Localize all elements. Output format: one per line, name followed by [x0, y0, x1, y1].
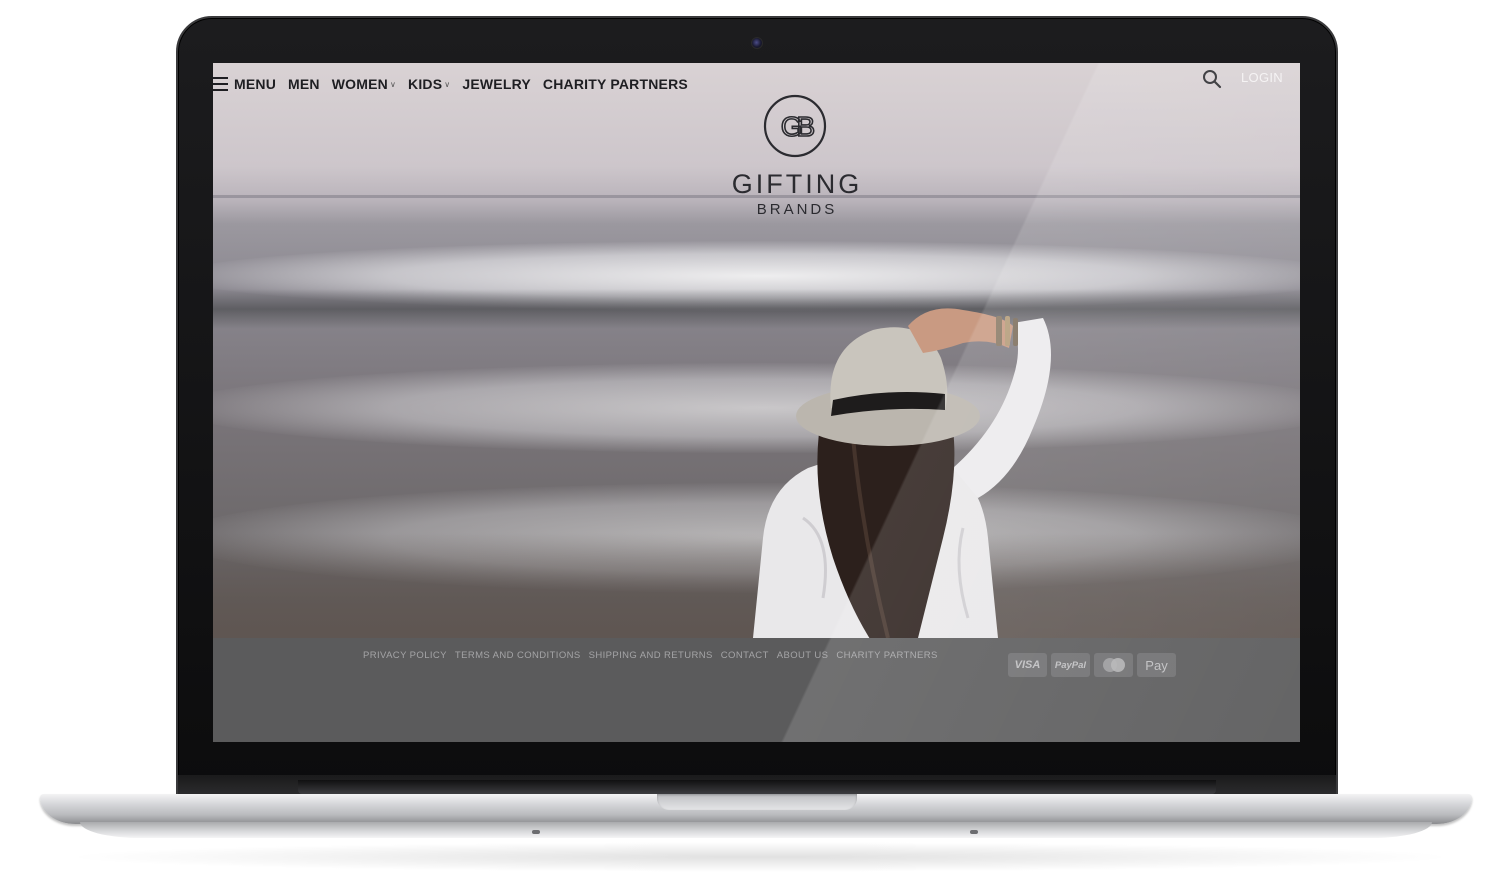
- nav-item-men[interactable]: MEN: [288, 76, 320, 92]
- laptop-thumb-notch: [657, 794, 857, 810]
- footer-link-shipping[interactable]: SHIPPING AND RETURNS: [589, 650, 713, 661]
- footer-link-privacy-policy[interactable]: PRIVACY POLICY: [363, 650, 447, 661]
- login-link[interactable]: LOGIN: [1241, 70, 1283, 85]
- logo-monogram[interactable]: GB: [762, 93, 828, 159]
- search-icon: [1203, 70, 1222, 89]
- chevron-down-icon: ∨: [389, 79, 397, 89]
- laptop-foot: [970, 830, 978, 834]
- laptop-hinge: [298, 780, 1216, 794]
- menu-label: MENU: [234, 76, 277, 92]
- laptop-shadow: [60, 842, 1460, 872]
- site-footer: PRIVACY POLICY TERMS AND CONDITIONS SHIP…: [213, 638, 1300, 742]
- visa-icon: VISA: [1008, 653, 1047, 677]
- footer-link-terms[interactable]: TERMS AND CONDITIONS: [455, 650, 581, 661]
- nav-item-charity-partners[interactable]: CHARITY PARTNERS: [543, 76, 688, 92]
- logo-title[interactable]: GIFTING: [693, 169, 901, 200]
- nav-item-label: JEWELRY: [462, 76, 531, 92]
- nav-item-kids[interactable]: KIDS ∨: [408, 76, 450, 92]
- logo-subtitle: BRANDS: [756, 201, 838, 218]
- laptop-foot: [532, 830, 540, 834]
- footer-link-contact[interactable]: CONTACT: [721, 650, 769, 661]
- nav-item-label: CHARITY PARTNERS: [542, 76, 688, 92]
- nav-item-label: MEN: [288, 76, 320, 92]
- nav-item-women[interactable]: WOMEN ∨: [332, 76, 396, 92]
- website-screen: MENU MEN WOMEN ∨ KIDS ∨ JEWELRY CHARITY …: [213, 63, 1300, 742]
- footer-link-about-us[interactable]: ABOUT US: [777, 650, 829, 661]
- main-nav: MENU MEN WOMEN ∨ KIDS ∨ JEWELRY CHARITY …: [213, 73, 700, 95]
- search-button[interactable]: [1201, 68, 1223, 90]
- woman-figure: [753, 308, 1051, 638]
- nav-item-jewelry[interactable]: JEWELRY: [462, 76, 531, 92]
- menu-button[interactable]: MENU: [213, 76, 276, 92]
- hero-image: MENU MEN WOMEN ∨ KIDS ∨ JEWELRY CHARITY …: [213, 63, 1300, 638]
- footer-link-charity-partners[interactable]: CHARITY PARTNERS: [836, 650, 937, 661]
- webcam: [751, 37, 763, 49]
- mastercard-icon: [1094, 653, 1133, 677]
- chevron-down-icon: ∨: [444, 79, 451, 89]
- logo-monogram-text: GB: [781, 111, 815, 142]
- nav-item-label: KIDS: [408, 76, 443, 92]
- footer-links: PRIVACY POLICY TERMS AND CONDITIONS SHIP…: [363, 650, 946, 661]
- payment-icons: VISA PayPal Pay: [1008, 653, 1180, 677]
- applepay-icon: Pay: [1137, 653, 1176, 677]
- nav-item-label: WOMEN: [331, 76, 388, 92]
- hamburger-icon: [213, 77, 228, 91]
- paypal-icon: PayPal: [1051, 653, 1090, 677]
- laptop-base-lip: [80, 822, 1432, 838]
